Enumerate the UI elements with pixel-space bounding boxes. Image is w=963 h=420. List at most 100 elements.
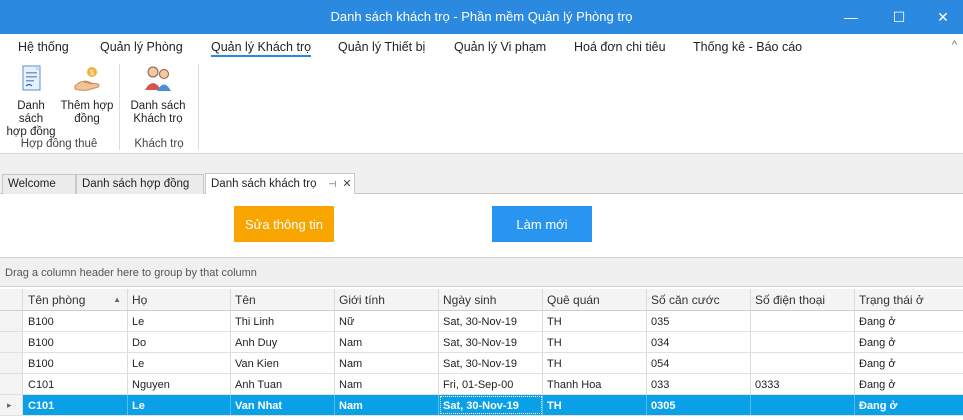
close-tab-icon[interactable]: ✕ — [342, 178, 351, 190]
close-button[interactable]: ✕ — [921, 0, 963, 34]
contract-list-button[interactable]: Danh sách hợp đồng — [4, 64, 58, 139]
cell-status[interactable]: Đang ở — [855, 332, 963, 352]
cell-first-name[interactable]: Van Nhat — [231, 395, 335, 415]
cell-last-name[interactable]: Nguyen — [128, 374, 231, 394]
cell-status[interactable]: Đang ở — [855, 353, 963, 373]
cell-last-name[interactable]: Do — [128, 332, 231, 352]
cell-gender[interactable]: Nam — [335, 374, 439, 394]
doc-tab-contract-list[interactable]: Danh sách hợp đồng — [76, 174, 204, 194]
maximize-button[interactable]: ☐ — [877, 0, 921, 34]
row-indicator[interactable] — [0, 311, 23, 331]
tab-system[interactable]: Hệ thống — [18, 40, 69, 54]
column-header-birthdate[interactable]: Ngày sinh — [439, 289, 543, 310]
cell-status[interactable]: Đang ở — [855, 374, 963, 394]
cell-first-name[interactable]: Thi Linh — [231, 311, 335, 331]
cell-birthdate[interactable]: Sat, 30-Nov-19 — [439, 311, 543, 331]
cell-phone[interactable] — [751, 395, 855, 415]
row-indicator[interactable] — [0, 374, 23, 394]
add-contract-label-1: Thêm hợp — [60, 100, 114, 112]
svg-text:$: $ — [90, 70, 94, 77]
cell-last-name[interactable]: Le — [128, 311, 231, 331]
pin-icon[interactable]: ⊣ — [328, 179, 336, 189]
row-indicator[interactable] — [0, 332, 23, 352]
cell-birthdate-focused[interactable]: Sat, 30-Nov-19 — [439, 395, 543, 415]
row-indicator-current[interactable]: ▸ — [0, 395, 23, 415]
add-contract-label-2: đồng — [74, 113, 100, 125]
cell-id-number[interactable]: 034 — [647, 332, 751, 352]
cell-last-name[interactable]: Le — [128, 395, 231, 415]
column-header-hometown[interactable]: Quê quán — [543, 289, 647, 310]
row-indicator[interactable] — [0, 353, 23, 373]
edit-info-button[interactable]: Sửa thông tin — [234, 206, 334, 242]
cell-room[interactable]: C101 — [24, 395, 128, 415]
cell-hometown[interactable]: TH — [543, 395, 647, 415]
table-row[interactable]: B100 Le Van Kien Nam Sat, 30-Nov-19 TH 0… — [0, 353, 963, 374]
tab-invoices[interactable]: Hoá đơn chi tiêu — [574, 40, 666, 54]
cell-hometown[interactable]: TH — [543, 353, 647, 373]
cell-room[interactable]: B100 — [24, 311, 128, 331]
minimize-button[interactable]: — — [829, 0, 873, 34]
cell-status[interactable]: Đang ở — [855, 395, 963, 415]
column-header-first-name[interactable]: Tên — [231, 289, 335, 310]
cell-phone[interactable] — [751, 332, 855, 352]
cell-first-name[interactable]: Anh Tuan — [231, 374, 335, 394]
cell-room[interactable]: B100 — [24, 353, 128, 373]
add-contract-button[interactable]: $ Thêm hợp đồng — [60, 64, 114, 126]
cell-phone[interactable] — [751, 311, 855, 331]
table-row[interactable]: B100 Do Anh Duy Nam Sat, 30-Nov-19 TH 03… — [0, 332, 963, 353]
contract-list-icon — [14, 64, 48, 96]
cell-phone[interactable] — [751, 353, 855, 373]
cell-status[interactable]: Đang ở — [855, 311, 963, 331]
table-row-selected[interactable]: ▸ C101 Le Van Nhat Nam Sat, 30-Nov-19 TH… — [0, 395, 963, 416]
tenant-list-label-2: Khách trọ — [133, 113, 183, 125]
cell-id-number[interactable]: 0305 — [647, 395, 751, 415]
cell-hometown[interactable]: TH — [543, 332, 647, 352]
table-row[interactable]: B100 Le Thi Linh Nữ Sat, 30-Nov-19 TH 03… — [0, 311, 963, 332]
tab-rooms[interactable]: Quản lý Phòng — [100, 40, 183, 54]
cell-birthdate[interactable]: Sat, 30-Nov-19 — [439, 332, 543, 352]
column-header-room[interactable]: Tên phòng ▲ — [24, 289, 128, 310]
cell-room[interactable]: C101 — [24, 374, 128, 394]
cell-gender[interactable]: Nam — [335, 353, 439, 373]
tab-reports[interactable]: Thống kê - Báo cáo — [693, 40, 802, 54]
tab-tenants[interactable]: Quản lý Khách trọ — [211, 40, 312, 57]
cell-gender[interactable]: Nam — [335, 395, 439, 415]
refresh-button[interactable]: Làm mới — [492, 206, 592, 242]
tenant-grid: Tên phòng ▲ Họ Tên Giới tính Ngày sinh Q… — [0, 289, 963, 416]
grid-header-row: Tên phòng ▲ Họ Tên Giới tính Ngày sinh Q… — [0, 289, 963, 311]
doc-tab-tenant-list[interactable]: Danh sách khách trọ ⊣ ✕ — [205, 173, 355, 194]
cell-gender[interactable]: Nữ — [335, 311, 439, 331]
cell-room[interactable]: B100 — [24, 332, 128, 352]
doc-tab-label: Danh sách khách trọ — [211, 178, 317, 190]
cell-id-number[interactable]: 033 — [647, 374, 751, 394]
cell-hometown[interactable]: Thanh Hoa — [543, 374, 647, 394]
sort-ascending-icon: ▲ — [113, 295, 121, 304]
tenant-list-button[interactable]: Danh sách Khách trọ — [128, 64, 188, 126]
cell-last-name[interactable]: Le — [128, 353, 231, 373]
cell-birthdate[interactable]: Fri, 01-Sep-00 — [439, 374, 543, 394]
contract-list-label-1: Danh sách — [17, 100, 45, 125]
document-tab-bar: Welcome Danh sách hợp đồng Danh sách khá… — [0, 172, 963, 194]
collapse-ribbon-icon[interactable]: ^ — [952, 39, 957, 51]
title-bar: Danh sách khách trọ - Phần mềm Quản lý P… — [0, 0, 963, 34]
column-header-id-number[interactable]: Số căn cước — [647, 289, 751, 310]
cell-phone[interactable]: 0333 — [751, 374, 855, 394]
tab-equipment[interactable]: Quản lý Thiết bị — [338, 40, 425, 54]
column-header-phone[interactable]: Số điện thoại — [751, 289, 855, 310]
cell-hometown[interactable]: TH — [543, 311, 647, 331]
column-header-last-name[interactable]: Họ — [128, 289, 231, 310]
cell-gender[interactable]: Nam — [335, 332, 439, 352]
cell-birthdate[interactable]: Sat, 30-Nov-19 — [439, 353, 543, 373]
cell-first-name[interactable]: Van Kien — [231, 353, 335, 373]
cell-first-name[interactable]: Anh Duy — [231, 332, 335, 352]
column-header-gender[interactable]: Giới tính — [335, 289, 439, 310]
column-header-label: Tên phòng — [28, 293, 86, 307]
column-header-status[interactable]: Trạng thái ở — [855, 289, 963, 310]
cell-id-number[interactable]: 035 — [647, 311, 751, 331]
group-by-panel[interactable]: Drag a column header here to group by th… — [0, 257, 963, 287]
cell-id-number[interactable]: 054 — [647, 353, 751, 373]
ribbon-panel: Danh sách hợp đồng $ Thêm hợp đồng Hợp đ… — [0, 60, 963, 154]
tab-violations[interactable]: Quản lý Vi phạm — [454, 40, 546, 54]
table-row[interactable]: C101 Nguyen Anh Tuan Nam Fri, 01-Sep-00 … — [0, 374, 963, 395]
doc-tab-welcome[interactable]: Welcome — [2, 174, 76, 194]
